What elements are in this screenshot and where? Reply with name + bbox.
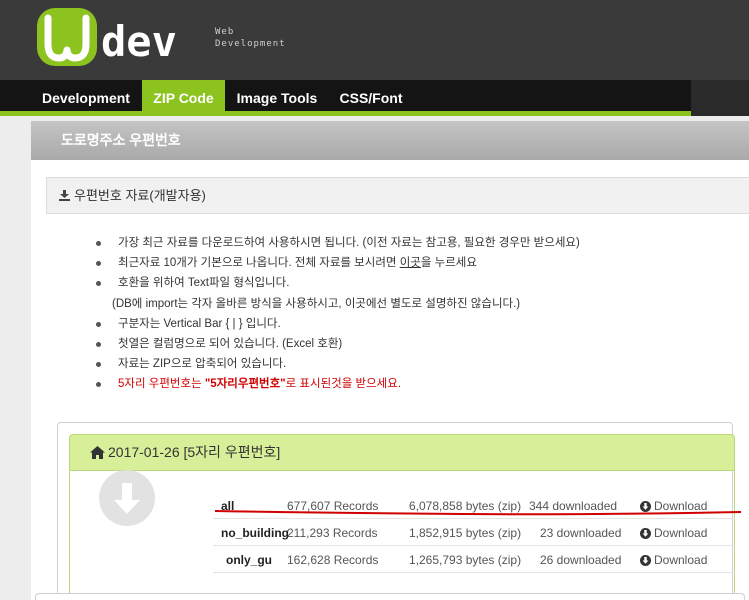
info-list: 가장 최근 자료를 다운로드하여 사용하시면 됩니다. (이전 자료는 참고용,… — [94, 233, 734, 395]
site-header: dev Web Development — [0, 0, 749, 80]
file-downloads: 26 downloaded — [540, 553, 622, 567]
list-item: 최근자료 10개가 기본으로 나옵니다. 전체 자료를 보시려면 이곳을 누르세… — [94, 253, 734, 273]
download-icon — [59, 179, 70, 214]
file-bytes: 1,852,915 bytes (zip) — [409, 526, 522, 540]
nav-zip-code[interactable]: ZIP Code — [142, 80, 225, 116]
file-table: all 677,607 Records 6,078,858 bytes (zip… — [213, 492, 735, 573]
file-records: 211,293 Records — [287, 526, 378, 540]
main-nav: Development ZIP Code Image Tools CSS/Fon… — [0, 80, 749, 116]
nav-css-font[interactable]: CSS/Font — [327, 80, 415, 116]
table-row: only_gu 162,628 Records 1,265,793 bytes … — [213, 546, 735, 573]
release-card: 2017-01-26 [5자리 우편번호] all 677,607 Record… — [57, 422, 742, 600]
table-row: no_building 211,293 Records 1,852,915 by… — [213, 519, 735, 546]
info-line-3: 호환을 위하여 Text파일 형식입니다. — [118, 277, 290, 290]
annotation-underline — [214, 510, 742, 516]
download-label: Download — [654, 526, 708, 540]
main-panel: 우편번호 자료(개발자용) 가장 최근 자료를 다운로드하여 사용하시면 됩니다… — [31, 160, 749, 600]
file-name: no_building — [221, 526, 289, 540]
nav-image-tools[interactable]: Image Tools — [227, 80, 327, 116]
list-item-warning: 5자리 우편번호는 "5자리우편번호"로 표시된것을 받으세요. — [94, 374, 734, 394]
list-item: 가장 최근 자료를 다운로드하여 사용하시면 됩니다. (이전 자료는 참고용,… — [94, 233, 734, 253]
download-circle-small-icon — [640, 555, 651, 566]
download-circle-icon — [98, 469, 156, 532]
download-button[interactable]: Download — [640, 526, 707, 540]
nav-right-block — [691, 80, 749, 116]
section-title: 우편번호 자료(개발자용) — [74, 188, 206, 203]
info-line-2b: 을 누르세요 — [420, 257, 477, 270]
section-header: 우편번호 자료(개발자용) — [46, 177, 749, 214]
download-label: Download — [654, 553, 708, 567]
info-line-5: 구분자는 Vertical Bar { | } 입니다. — [118, 317, 281, 330]
info-line-6: 첫열은 컬럼명으로 되어 있습니다. (Excel 호환) — [118, 337, 343, 350]
file-name: only_gu — [226, 553, 273, 567]
page-title: 도로명주소 우편번호 — [31, 121, 749, 160]
release-title: 2017-01-26 [5자리 우편번호] — [108, 444, 281, 460]
info-line-4: (DB에 import는 각자 올바른 방식을 사용하시고, 이곳에선 별도로 … — [112, 297, 521, 310]
list-item: 첫열은 컬럼명으로 되어 있습니다. (Excel 호환) — [94, 334, 734, 354]
next-release-card — [35, 593, 745, 600]
info-line-1: 가장 최근 자료를 다운로드하여 사용하시면 됩니다. (이전 자료는 참고용,… — [118, 237, 580, 249]
list-item: 구분자는 Vertical Bar { | } 입니다. — [94, 314, 734, 334]
nav-development[interactable]: Development — [31, 80, 141, 116]
release-card-header: 2017-01-26 [5자리 우편번호] — [69, 434, 735, 471]
info-line-8b: 로 표시된것을 받으세요. — [285, 378, 402, 391]
home-icon — [90, 437, 105, 472]
file-bytes: 1,265,793 bytes (zip) — [409, 553, 522, 567]
info-line-7: 자료는 ZIP으로 압축되어 있습니다. — [118, 358, 287, 371]
file-records: 162,628 Records — [287, 553, 379, 567]
site-logo[interactable]: dev — [35, 6, 205, 75]
download-button[interactable]: Download — [640, 553, 707, 567]
logo-tagline: Web Development — [215, 26, 286, 50]
list-item: 호환을 위하여 Text파일 형식입니다. — [94, 273, 734, 293]
logo-text: dev — [101, 17, 177, 66]
all-data-link[interactable]: 이곳 — [400, 257, 421, 269]
download-circle-small-icon — [640, 528, 651, 539]
logo-mark: dev — [37, 8, 177, 66]
info-line-8a: 5자리 우편번호는 — [118, 378, 205, 391]
list-item-note: (DB에 import는 각자 올바른 방식을 사용하시고, 이곳에선 별도로 … — [94, 294, 734, 314]
list-item: 자료는 ZIP으로 압축되어 있습니다. — [94, 354, 734, 374]
logo-tagline-dev: Development — [215, 39, 286, 49]
info-line-2a: 최근자료 10개가 기본으로 나옵니다. 전체 자료를 보시려면 — [118, 257, 400, 270]
info-line-8-bold: "5자리우편번호" — [204, 378, 286, 391]
file-downloads: 23 downloaded — [540, 526, 622, 540]
logo-tagline-web: Web — [215, 27, 235, 37]
